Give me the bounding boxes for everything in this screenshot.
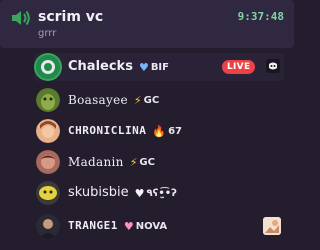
member-name: Chalecks bbox=[68, 59, 133, 74]
member-tag: ⚡ GC bbox=[134, 94, 159, 107]
tag-text: 67 bbox=[168, 125, 182, 137]
voice-member-skubisbie[interactable]: skubisbie ♥ ٩ʕ•̫͡•ʔ bbox=[34, 179, 284, 207]
voice-member-boasayee[interactable]: Boasayee ⚡ GC bbox=[34, 86, 284, 114]
avatar bbox=[36, 150, 60, 174]
game-activity-icon[interactable] bbox=[266, 59, 280, 73]
activity-icon[interactable] bbox=[263, 217, 281, 235]
member-tag: ♥ ٩ʕ•̫͡•ʔ bbox=[135, 187, 177, 200]
channel-name: scrim vc bbox=[38, 9, 104, 25]
blue-heart-icon: ♥ bbox=[138, 60, 149, 74]
member-name: Madanin bbox=[68, 155, 124, 169]
avatar bbox=[36, 181, 60, 205]
tag-text: BIF bbox=[150, 61, 169, 73]
tag-text: ٩ʕ•̫͡•ʔ bbox=[146, 187, 177, 199]
avatar bbox=[36, 214, 60, 238]
voice-member-chroniclina[interactable]: CHRONICLINA 🔥 67 bbox=[34, 117, 284, 145]
white-heart-icon: ♥ bbox=[134, 186, 145, 200]
fire-icon: 🔥 bbox=[152, 124, 167, 138]
avatar-image bbox=[36, 55, 60, 79]
timestamp: 9:37:48 bbox=[237, 10, 284, 23]
tag-text: GC bbox=[139, 156, 155, 168]
avatar bbox=[36, 55, 60, 79]
member-tag: ♥ BIF bbox=[139, 61, 169, 74]
member-name: skubisbie bbox=[68, 185, 129, 200]
channel-topic: grrr bbox=[38, 28, 57, 39]
voice-member-trange1[interactable]: TRANGE1 ♥ NOVA bbox=[34, 212, 284, 240]
member-tag: ⚡ GC bbox=[130, 156, 155, 169]
live-badge[interactable]: LIVE bbox=[222, 60, 256, 74]
avatar bbox=[36, 119, 60, 143]
member-name: CHRONICLINA bbox=[68, 124, 147, 137]
tag-text: GC bbox=[143, 94, 160, 106]
pink-heart-icon: ♥ bbox=[123, 219, 134, 233]
member-tag: 🔥 67 bbox=[152, 125, 182, 138]
voice-member-chalecks[interactable]: Chalecks ♥ BIF LIVE bbox=[34, 53, 284, 81]
lightning-icon: ⚡ bbox=[129, 155, 138, 169]
speaker-icon bbox=[12, 10, 30, 26]
voice-channel-header[interactable]: scrim vc 9:37:48 grrr bbox=[0, 0, 294, 48]
avatar bbox=[36, 88, 60, 112]
lightning-icon: ⚡ bbox=[133, 93, 142, 107]
member-tag: ♥ NOVA bbox=[124, 220, 167, 233]
member-name: TRANGE1 bbox=[68, 219, 118, 232]
tag-text: NOVA bbox=[135, 220, 168, 232]
member-name: Boasayee bbox=[68, 93, 128, 107]
voice-member-madanin[interactable]: Madanin ⚡ GC bbox=[34, 148, 284, 176]
